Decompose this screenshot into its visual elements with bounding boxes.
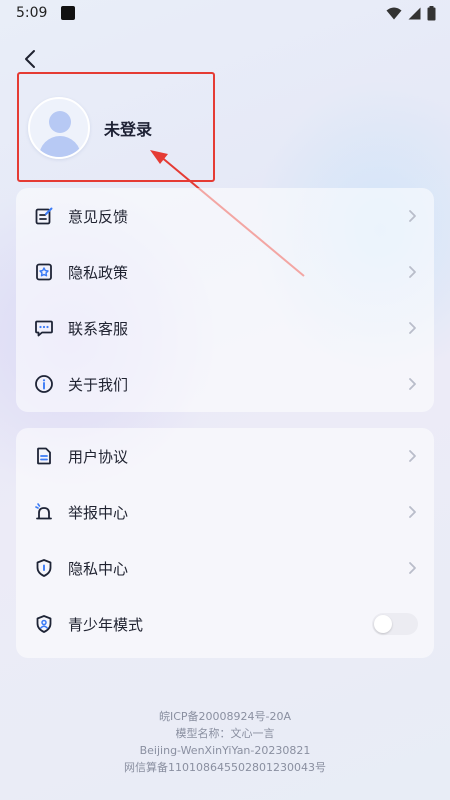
chevron-right-icon (409, 322, 416, 334)
toggle-knob (374, 615, 392, 633)
chevron-right-icon (409, 378, 416, 390)
menu-item-label: 意见反馈 (68, 207, 129, 226)
menu-card-legal: 用户协议 举报中心 隐私中心 青少年模式 (16, 428, 434, 658)
chevron-right-icon (409, 450, 416, 462)
avatar-head-icon (49, 111, 71, 133)
menu-item-about-us[interactable]: 关于我们 (16, 356, 434, 412)
menu-item-customer-service[interactable]: 联系客服 (16, 300, 434, 356)
avatar-body-icon (39, 136, 81, 157)
icp-license: 皖ICP备20008924号-20A (158, 710, 292, 723)
signal-icon (408, 7, 421, 19)
shield-icon (34, 558, 54, 578)
battery-icon (427, 5, 436, 20)
status-bar: 5:09 (0, 0, 450, 26)
chevron-left-icon (25, 50, 35, 68)
chevron-right-icon (409, 506, 416, 518)
alarm-icon (34, 502, 54, 522)
feedback-icon (34, 206, 54, 226)
menu-item-label: 用户协议 (68, 447, 129, 466)
menu-item-user-agreement[interactable]: 用户协议 (16, 428, 434, 484)
menu-item-label: 举报中心 (68, 503, 129, 522)
teen-mode-toggle[interactable] (372, 613, 418, 635)
wifi-icon (386, 7, 402, 19)
menu-item-label: 青少年模式 (68, 615, 144, 634)
model-registration: Beijing-WenXinYiYan-20230821 (139, 744, 311, 757)
status-time: 5:09 (16, 5, 48, 21)
document-icon (34, 446, 54, 466)
algorithm-filing: 网信算备110108645502801230043号 (124, 761, 326, 774)
menu-item-label: 隐私政策 (68, 263, 129, 282)
customer-service-icon (34, 318, 54, 338)
menu-item-label: 联系客服 (68, 319, 129, 338)
menu-item-teen-mode[interactable]: 青少年模式 (16, 596, 434, 652)
profile-header[interactable]: 未登录 (28, 96, 208, 160)
chevron-right-icon (409, 266, 416, 278)
menu-card-general: 意见反馈 隐私政策 联系客服 关于我们 (16, 188, 434, 412)
menu-item-privacy-center[interactable]: 隐私中心 (16, 540, 434, 596)
teen-shield-icon (34, 614, 54, 634)
back-button[interactable] (20, 48, 42, 70)
menu-item-privacy-policy[interactable]: 隐私政策 (16, 244, 434, 300)
chevron-right-icon (409, 210, 416, 222)
footer-info: 皖ICP备20008924号-20A 模型名称：文心一言 Beijing-Wen… (0, 708, 450, 776)
info-icon (34, 374, 54, 394)
menu-item-label: 隐私中心 (68, 559, 129, 578)
menu-item-label: 关于我们 (68, 375, 129, 394)
chevron-right-icon (409, 562, 416, 574)
menu-item-feedback[interactable]: 意见反馈 (16, 188, 434, 244)
avatar[interactable] (28, 97, 90, 159)
login-status[interactable]: 未登录 (104, 116, 152, 140)
menu-item-report-center[interactable]: 举报中心 (16, 484, 434, 540)
notification-icon (61, 6, 76, 20)
privacy-policy-icon (34, 262, 54, 282)
model-name: 模型名称：文心一言 (175, 727, 275, 740)
